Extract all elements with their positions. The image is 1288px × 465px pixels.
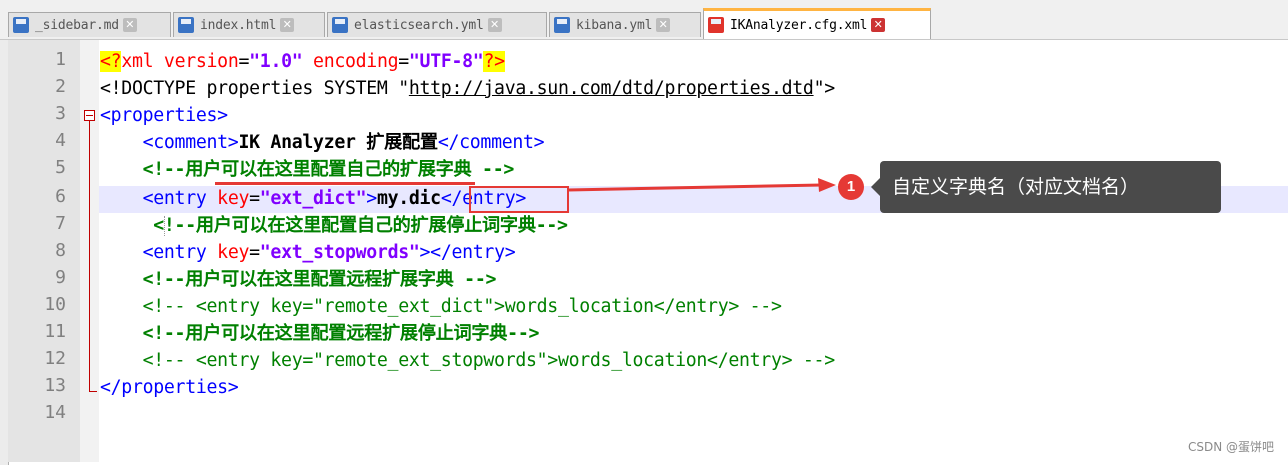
tab-sidebar-md[interactable]: _sidebar.md ✕ <box>8 12 171 37</box>
line-number: 5 <box>55 157 66 178</box>
fold-guide-end <box>89 391 97 392</box>
tab-bar: _sidebar.md ✕ index.html ✕ elasticsearch… <box>0 0 1288 40</box>
line-number: 9 <box>55 267 66 288</box>
tab-index-html[interactable]: index.html ✕ <box>173 12 325 37</box>
close-icon[interactable]: ✕ <box>280 18 295 32</box>
annotation-tooltip: 自定义字典名（对应文档名） <box>871 161 1221 213</box>
code-line-8: <entry key="ext_stopwords"></entry> <box>142 242 516 263</box>
code-line-13: </properties> <box>100 377 239 398</box>
save-disk-icon <box>13 17 29 33</box>
code-line-2: <!DOCTYPE properties SYSTEM "http://java… <box>100 78 835 99</box>
tab-ikanalyzer-cfg-xml[interactable]: IKAnalyzer.cfg.xml ✕ <box>703 8 931 39</box>
line-number-gutter: 1 2 3 4 5 6 7 8 9 10 11 12 13 14 <box>8 40 80 462</box>
code-line-4: <comment>IK Analyzer 扩展配置</comment> <box>142 132 545 153</box>
line-number: 7 <box>55 213 66 234</box>
save-disk-icon <box>554 17 570 33</box>
save-disk-icon <box>178 17 194 33</box>
code-line-5: <!--用户可以在这里配置自己的扩展字典 --> <box>142 159 515 180</box>
code-line-1: <?xml version="1.0" encoding="UTF-8"?> <box>100 51 505 72</box>
code-line-12: <!-- <entry key="remote_ext_stopwords">w… <box>142 350 836 371</box>
code-line-7: <!--用户可以在这里配置自己的扩展停止词字典--> <box>153 215 568 236</box>
code-line-6: <entry key="ext_dict">my.dic</entry> <box>142 188 527 209</box>
tab-elasticsearch-yml[interactable]: elasticsearch.yml ✕ <box>327 12 547 37</box>
line-number: 3 <box>55 103 66 124</box>
code-line-9: <!--用户可以在这里配置远程扩展字典 --> <box>142 269 497 290</box>
tab-label: kibana.yml <box>576 17 653 33</box>
close-icon[interactable]: ✕ <box>871 18 886 32</box>
annotation-underline <box>215 182 475 185</box>
code-line-3: <properties> <box>100 105 228 126</box>
save-disk-icon <box>332 17 348 33</box>
tab-label: IKAnalyzer.cfg.xml <box>730 17 868 33</box>
code-line-10: <!-- <entry key="remote_ext_dict">words_… <box>142 296 782 317</box>
line-number: 2 <box>55 76 66 97</box>
tab-kibana-yml[interactable]: kibana.yml ✕ <box>549 12 701 37</box>
line-number: 13 <box>44 375 66 396</box>
annotation-arrow <box>567 178 836 192</box>
line-number: 4 <box>55 130 66 151</box>
save-disk-icon <box>708 17 724 33</box>
close-icon[interactable]: ✕ <box>656 18 671 32</box>
line-number: 6 <box>55 186 66 207</box>
tab-label: elasticsearch.yml <box>354 17 484 33</box>
line-number: 14 <box>44 402 66 423</box>
dtd-link[interactable]: http://java.sun.com/dtd/properties.dtd <box>409 78 814 99</box>
annotation-badge: 1 <box>838 174 864 200</box>
annotation-highlight-box <box>469 186 569 213</box>
code-line-11: <!--用户可以在这里配置远程扩展停止词字典--> <box>142 323 540 344</box>
line-number: 11 <box>44 321 66 342</box>
tab-label: _sidebar.md <box>35 17 119 33</box>
line-number: 8 <box>55 240 66 261</box>
fold-guide-line <box>89 121 90 392</box>
line-number: 12 <box>44 348 66 369</box>
line-number: 10 <box>44 294 66 315</box>
watermark: CSDN @蛋饼吧 <box>1187 440 1274 454</box>
line-number: 1 <box>55 49 66 70</box>
fold-collapse-icon[interactable] <box>84 110 95 121</box>
close-icon[interactable]: ✕ <box>122 18 137 32</box>
dictionary-name-value: my.dic <box>376 188 441 209</box>
tab-label: index.html <box>200 17 277 33</box>
close-icon[interactable]: ✕ <box>487 18 502 32</box>
